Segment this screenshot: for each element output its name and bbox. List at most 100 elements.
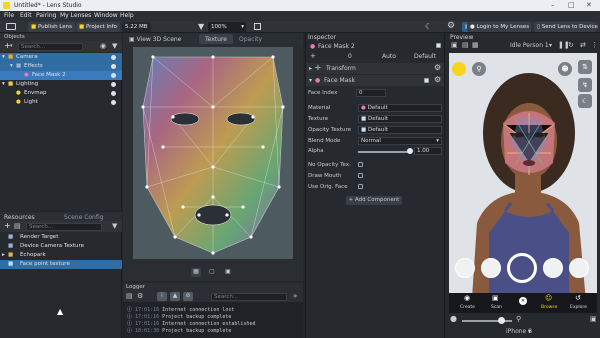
expand-arrow-icon[interactable]: ▸: [2, 252, 5, 258]
layer-default-select[interactable]: Default: [414, 53, 436, 60]
warning-filter-icon[interactable]: ▲: [170, 292, 180, 301]
search-lens-icon[interactable]: ⚲: [472, 62, 486, 76]
error-filter-icon[interactable]: ⊘: [183, 292, 193, 301]
expand-arrow-icon[interactable]: ▾: [2, 81, 5, 87]
minimize-icon[interactable]: –: [551, 1, 555, 9]
login-my-lenses-button[interactable]: ● Login to My Lenses: [467, 22, 531, 32]
nav-explore-icon[interactable]: ↺: [575, 294, 581, 302]
alpha-slider-track[interactable]: [358, 151, 410, 153]
resource-item-face-point-texture[interactable]: ■ Face point texture: [0, 260, 122, 269]
import-icon[interactable]: ▤: [14, 222, 21, 230]
enabled-checkbox[interactable]: [436, 43, 441, 48]
add-friend-icon[interactable]: ☻: [558, 62, 572, 76]
grid-toggle-icon[interactable]: ▦: [191, 268, 201, 277]
close-icon[interactable]: ✕: [586, 1, 592, 9]
tree-item-face-mask-2[interactable]: ● Face Mask 2: [0, 71, 122, 80]
menu-edit[interactable]: Edit: [20, 12, 32, 19]
visibility-toggle-icon[interactable]: [111, 82, 116, 87]
camera-icon[interactable]: [6, 23, 16, 30]
tree-item-effects[interactable]: ▾ ■ Effects: [0, 62, 122, 71]
transform-section-header[interactable]: ▸ ✛ Transform ⚙: [306, 63, 444, 74]
zoom-in-icon[interactable]: ⚲: [516, 315, 521, 323]
tab-opacity[interactable]: Opacity: [239, 36, 262, 43]
menu-help[interactable]: Help: [120, 12, 134, 19]
more-options-icon[interactable]: ⋮: [591, 41, 598, 49]
lens-carousel-item[interactable]: [569, 258, 589, 278]
night-icon[interactable]: ☾: [578, 94, 592, 108]
flip-camera-icon[interactable]: ⇅: [578, 60, 592, 74]
add-object-chevron-icon[interactable]: ▾: [10, 43, 13, 49]
use-orig-face-checkbox[interactable]: [358, 184, 363, 189]
visibility-toggle-icon[interactable]: [111, 73, 116, 78]
draw-mouth-checkbox[interactable]: [358, 173, 363, 178]
gear-icon[interactable]: ⚙: [434, 63, 441, 72]
tree-item-envmap[interactable]: ● Envmap: [0, 89, 122, 98]
add-resource-icon[interactable]: +: [4, 221, 11, 230]
visibility-icon[interactable]: ◉: [100, 42, 106, 50]
filter-icon[interactable]: ▼: [112, 222, 117, 230]
zoom-select[interactable]: 100% ▾: [208, 22, 246, 32]
preview-split-icon[interactable]: ▤: [462, 41, 469, 49]
visibility-toggle-icon[interactable]: [111, 91, 116, 96]
face-lens-thumbnail[interactable]: [452, 62, 466, 76]
lens-carousel-item[interactable]: [481, 258, 501, 278]
add-layer-icon[interactable]: +: [310, 52, 316, 60]
alpha-input[interactable]: 1.00: [414, 147, 442, 155]
expand-arrow-icon[interactable]: ▾: [2, 54, 5, 60]
lens-carousel-item[interactable]: [455, 258, 475, 278]
texture-field[interactable]: ■ Default: [358, 115, 442, 123]
info-filter-icon[interactable]: i: [157, 292, 167, 301]
log-settings-icon[interactable]: ⚙: [137, 292, 143, 300]
resource-item-echopark[interactable]: ▸ ■ Echopark: [0, 251, 122, 260]
clear-log-icon[interactable]: ▤: [126, 292, 133, 300]
objects-search-input[interactable]: Search...: [18, 43, 83, 51]
view-3d-scene-button[interactable]: ▣ View 3D Scene: [129, 36, 181, 43]
menu-file[interactable]: File: [4, 12, 14, 19]
opacity-texture-field[interactable]: ■ Default: [358, 126, 442, 134]
settings-icon[interactable]: ⚙: [447, 21, 455, 31]
play-icon[interactable]: ●: [450, 314, 457, 323]
facemask-section-header[interactable]: ▾ ● Face Mask ⚙: [306, 75, 444, 86]
filter-icon[interactable]: ▼: [112, 42, 117, 50]
expand-logger-icon[interactable]: »: [293, 292, 297, 300]
resources-search-input[interactable]: Search...: [26, 223, 102, 231]
send-to-device-button[interactable]: ▯ Send Lens to Device: [534, 22, 598, 32]
refresh-icon[interactable]: ↻: [568, 41, 574, 49]
tree-item-lighting[interactable]: ▾ ■ Lighting: [0, 80, 122, 89]
publish-lens-button[interactable]: ■ Publish Lens: [28, 22, 76, 32]
nav-create-icon[interactable]: ◉: [464, 294, 470, 302]
tree-item-camera[interactable]: ▾ ■ Camera: [0, 53, 122, 62]
nav-scan-icon[interactable]: ▣: [492, 294, 499, 302]
maximize-icon[interactable]: □: [568, 1, 575, 9]
expand-icon[interactable]: [254, 23, 261, 30]
nav-close-icon[interactable]: ✕: [519, 297, 527, 305]
blend-mode-select[interactable]: Normal ▾: [358, 137, 442, 145]
fullscreen-icon[interactable]: ▼: [198, 22, 204, 31]
preview-mode-icon[interactable]: ▣: [451, 41, 458, 49]
visibility-toggle-icon[interactable]: [111, 64, 116, 69]
menu-window[interactable]: Window: [94, 12, 118, 19]
project-info-button[interactable]: ■ Project Info: [76, 22, 120, 32]
flash-icon[interactable]: ↯: [578, 78, 592, 92]
chevron-down-icon[interactable]: ▾: [528, 328, 531, 335]
visibility-toggle-icon[interactable]: [111, 55, 116, 60]
preview-person-select[interactable]: Idle Person 1: [510, 42, 549, 49]
lens-carousel-item[interactable]: [543, 258, 563, 278]
inspector-object-name[interactable]: Face Mask 2: [318, 43, 355, 50]
alpha-slider-handle[interactable]: [407, 148, 413, 154]
screenshot-icon[interactable]: ▣: [590, 315, 597, 323]
nav-browse-icon[interactable]: ☺: [545, 294, 552, 302]
resource-item-device-camera-texture[interactable]: ■ Device Camera Texture: [0, 242, 122, 251]
tree-item-light[interactable]: ● Light: [0, 98, 122, 107]
swap-icon[interactable]: ⇄: [580, 41, 586, 49]
facemask-enabled-checkbox[interactable]: [424, 78, 429, 83]
chevron-down-icon[interactable]: ▾: [549, 42, 552, 49]
material-field[interactable]: ● Default: [358, 104, 442, 112]
night-mode-icon[interactable]: ☾: [425, 22, 432, 31]
face-index-input[interactable]: 0: [356, 89, 386, 97]
logger-search-input[interactable]: Search...: [211, 293, 287, 301]
preview-slider-handle[interactable]: [498, 317, 505, 324]
preview-grid-icon[interactable]: ▦: [472, 41, 479, 49]
menu-my-lenses[interactable]: My Lenses: [60, 12, 91, 19]
no-opacity-checkbox[interactable]: [358, 162, 363, 167]
